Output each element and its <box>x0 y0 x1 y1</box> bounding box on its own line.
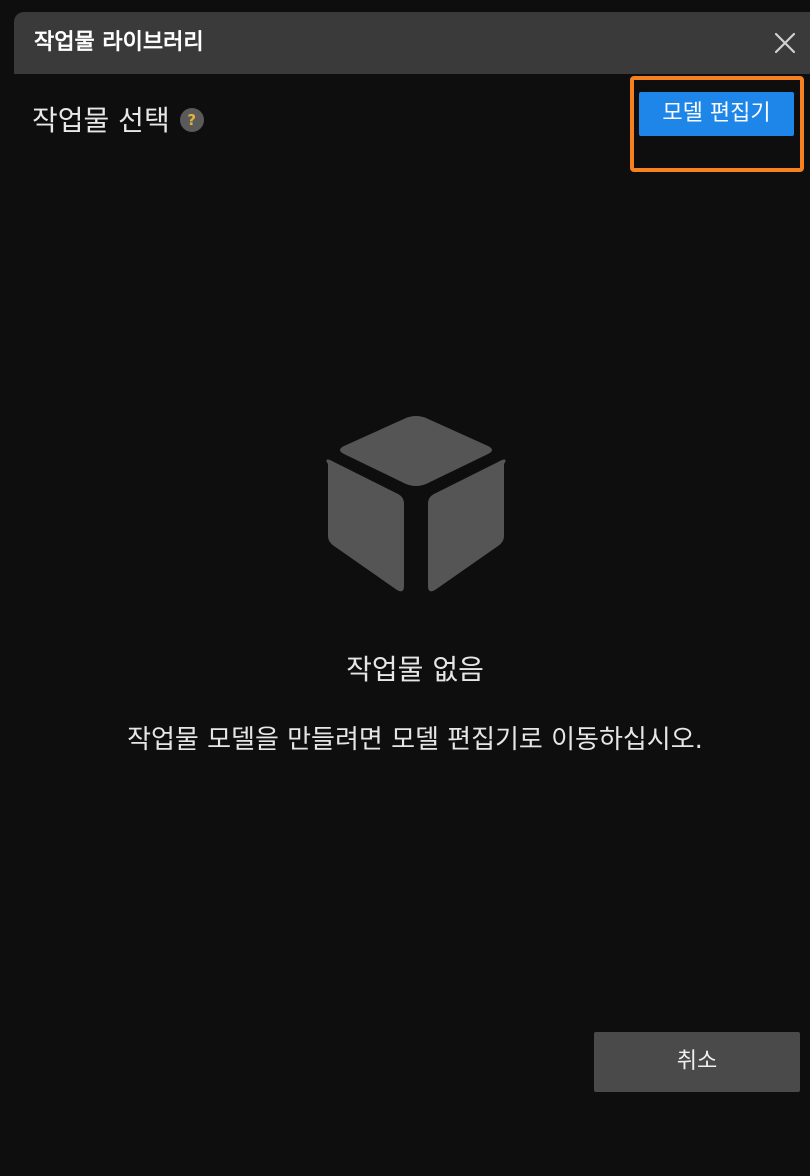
dialog-title: 작업물 라이브러리 <box>34 30 204 55</box>
close-icon[interactable] <box>768 26 802 60</box>
help-icon[interactable]: ? <box>179 108 204 132</box>
section-header: 작업물 선택 ? <box>32 98 204 144</box>
section-title: 작업물 선택 <box>32 104 170 137</box>
empty-state-title: 작업물 없음 <box>346 653 484 686</box>
empty-state-description: 작업물 모델을 만들려면 모델 편집기로 이동하십시오. <box>127 725 703 755</box>
cube-icon <box>318 412 514 596</box>
model-editor-button[interactable]: 모델 편집기 <box>639 92 794 136</box>
workpiece-library-dialog: 작업물 라이브러리 작업물 선택 ? 모델 편집기 작업물 없음 작업물 모델을… <box>0 0 810 1176</box>
cancel-button[interactable]: 취소 <box>594 1032 800 1092</box>
title-bar: 작업물 라이브러리 <box>14 12 810 74</box>
